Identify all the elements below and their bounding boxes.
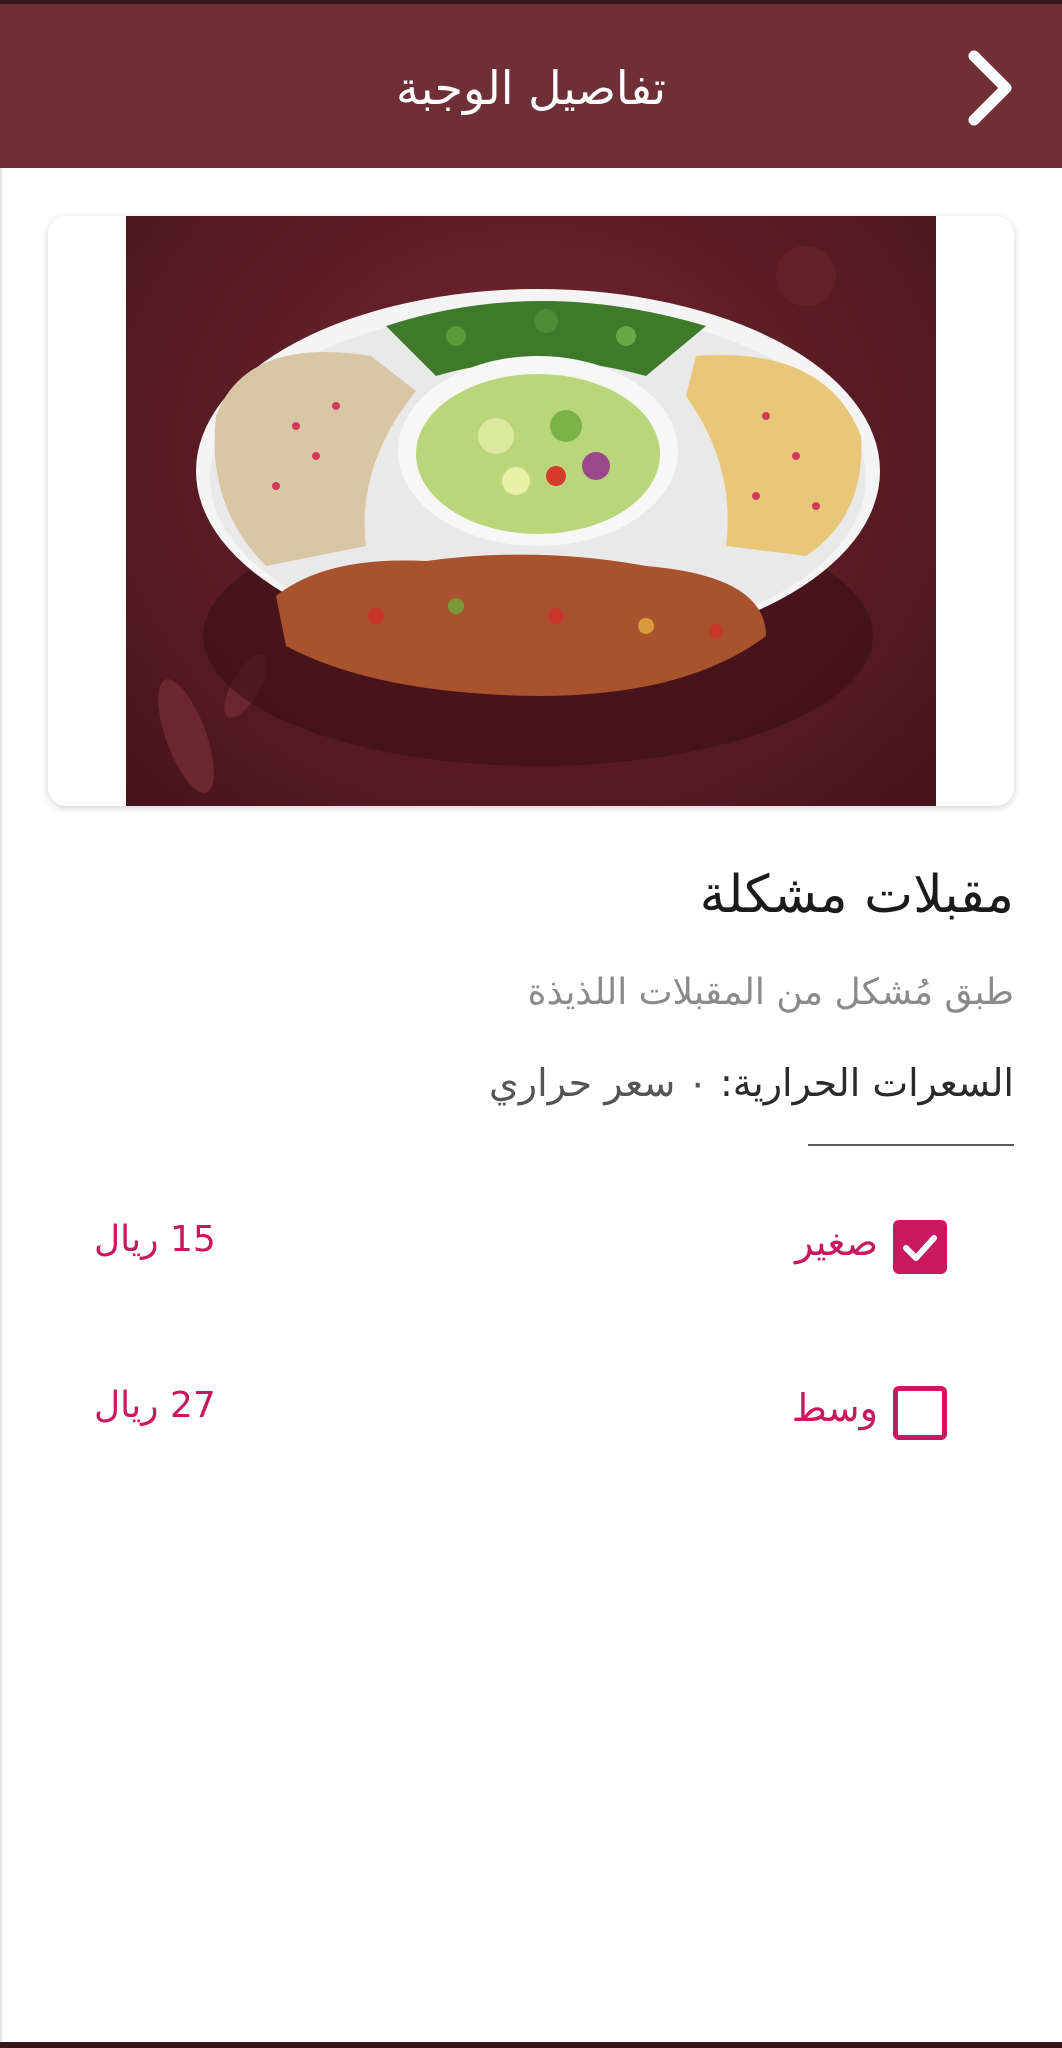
size-price: 15 ريال — [94, 1219, 216, 1260]
divider — [808, 1144, 1014, 1146]
size-price: 27 ريال — [94, 1385, 216, 1426]
size-option-medium[interactable]: وسط 27 ريال — [0, 1372, 1062, 1452]
size-label: وسط — [791, 1386, 878, 1430]
dish-image-card — [48, 216, 1014, 806]
calories-label: السعرات الحرارية: — [719, 1061, 1014, 1105]
checkmark-icon — [903, 1235, 937, 1261]
size-checkbox-unchecked[interactable] — [893, 1386, 947, 1440]
calories-value: ٠ سعر حراري — [489, 1061, 708, 1105]
dish-photo — [126, 216, 936, 806]
dish-description: طبق مُشكل من المقبلات اللذيذة — [527, 972, 1014, 1013]
edge-line — [0, 168, 2, 2042]
bottom-bar — [0, 2042, 1062, 2048]
dish-name: مقبلات مشكلة — [699, 865, 1014, 925]
status-strip — [0, 0, 1062, 4]
app-header: تفاصيل الوجبة — [0, 0, 1062, 168]
page-title: تفاصيل الوجبة — [395, 61, 667, 115]
chevron-right-icon — [968, 50, 1012, 126]
back-button[interactable] — [950, 44, 1030, 132]
calories-info: السعرات الحرارية: ٠ سعر حراري — [114, 1056, 1014, 1110]
size-option-small[interactable]: صغير 15 ريال — [0, 1206, 1062, 1286]
size-checkbox-checked[interactable] — [893, 1220, 947, 1274]
size-label: صغير — [794, 1220, 878, 1264]
